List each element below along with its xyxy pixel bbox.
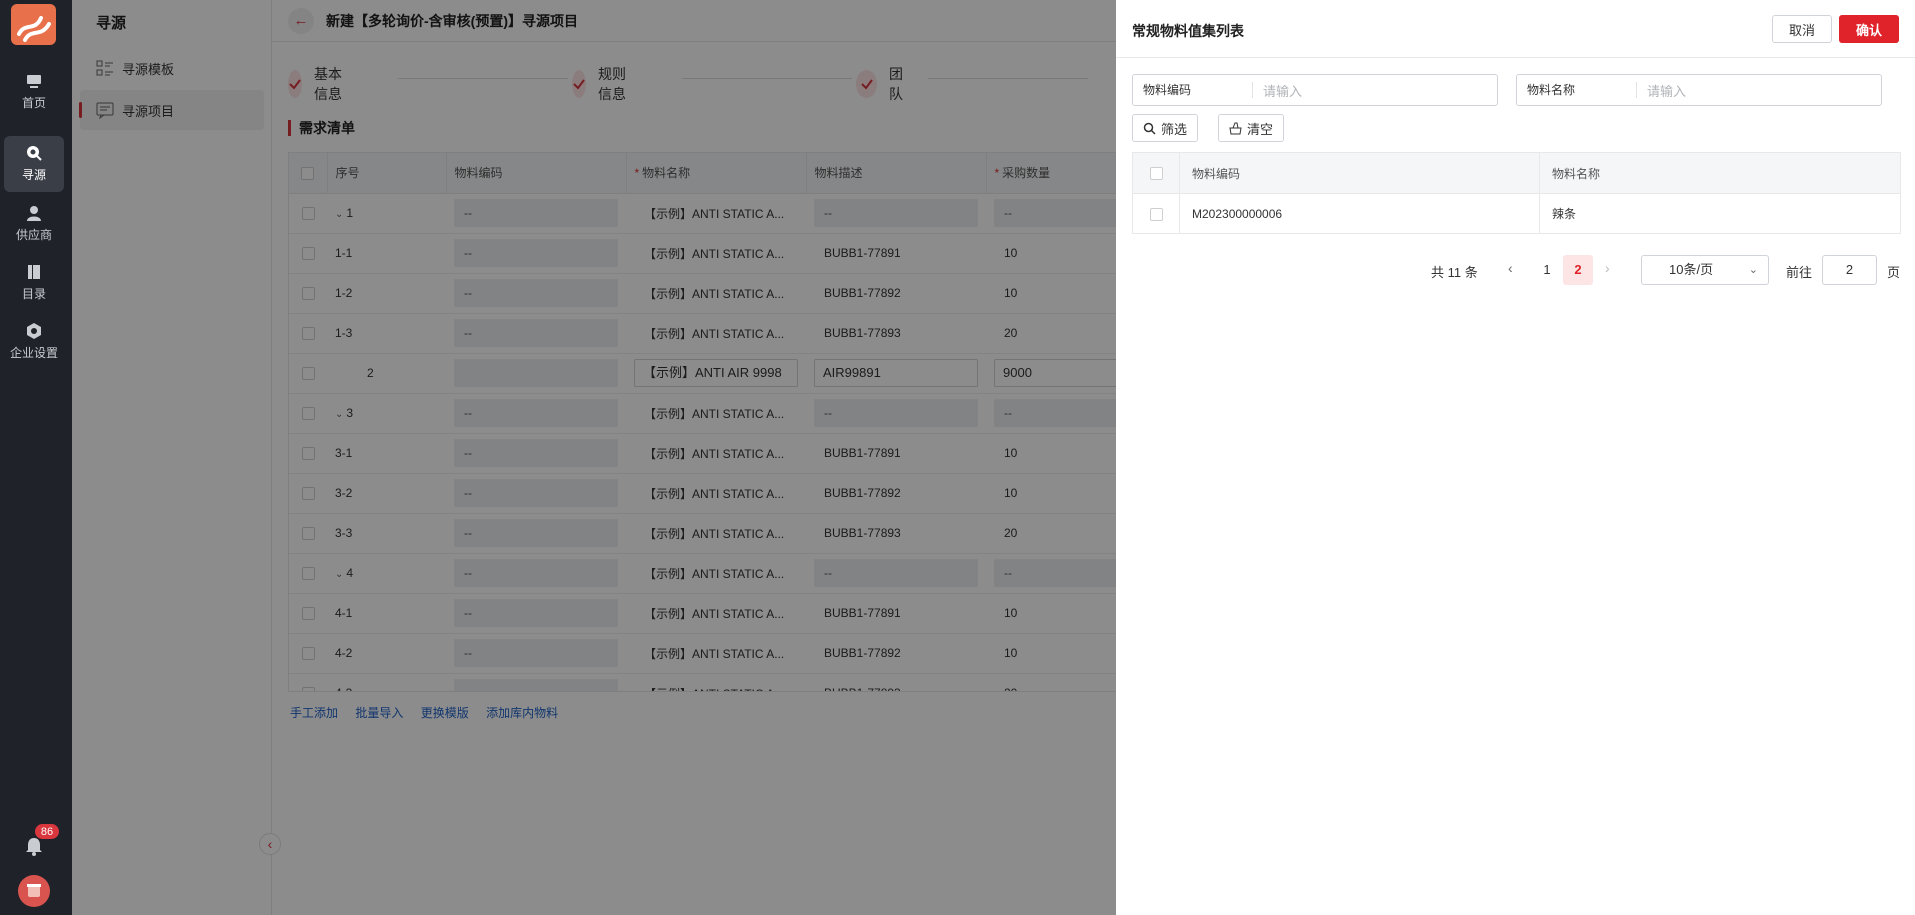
sourcing-icon (27, 146, 42, 161)
row-checkbox[interactable] (1149, 207, 1163, 221)
filter-label: 物料编码 (1133, 82, 1253, 98)
next-page-icon[interactable]: › (1605, 260, 1610, 276)
home-icon (27, 75, 41, 88)
page-1[interactable]: 1 (1532, 255, 1562, 285)
result-table: 物料编码 物料名称 M202300000006 辣条 (1132, 152, 1901, 234)
clear-button[interactable]: 清空 (1218, 114, 1285, 142)
left-nav-rail: 首页 寻源 供应商 目录 企业设置 86 (0, 0, 72, 915)
material-name-cell: 辣条 (1539, 193, 1901, 234)
material-name-input[interactable]: 请输入 (1637, 81, 1881, 100)
nav-settings[interactable]: 企业设置 (4, 314, 64, 370)
prev-page-icon[interactable]: ‹ (1508, 260, 1513, 276)
filter-button[interactable]: 筛选 (1132, 114, 1199, 142)
nav-catalog-label: 目录 (21, 287, 46, 301)
confirm-button[interactable]: 确认 (1839, 15, 1899, 43)
table-header-row: 物料编码 物料名称 (1132, 152, 1901, 194)
settings-icon (27, 323, 41, 339)
nav-catalog[interactable]: 目录 (4, 255, 64, 311)
goto-label: 前往 (1786, 265, 1813, 280)
page-2[interactable]: 2 (1563, 255, 1593, 285)
page-size-select[interactable]: 10条/页 ⌄ (1641, 255, 1769, 285)
drawer-header: 常规物料值集列表 取消 确认 (1116, 0, 1915, 58)
material-code-cell: M202300000006 (1179, 193, 1540, 234)
search-icon (1143, 122, 1156, 135)
goto-page-input[interactable]: 2 (1822, 255, 1877, 285)
filter-label: 物料名称 (1517, 82, 1637, 98)
notification-badge: 86 (34, 823, 60, 840)
nav-home-label: 首页 (21, 96, 46, 110)
supplier-icon (27, 206, 41, 221)
broom-icon (1229, 122, 1242, 134)
avatar[interactable] (18, 875, 50, 907)
column-header: 物料名称 (1539, 152, 1901, 194)
nav-supplier-label: 供应商 (15, 228, 52, 242)
total-count: 共 11 条 (1431, 265, 1478, 280)
page-unit-label: 页 (1887, 265, 1901, 280)
material-list-drawer: 常规物料值集列表 取消 确认 物料编码 请输入 物料名称 请输入 筛选 清空 物… (1116, 0, 1915, 915)
column-header: 物料编码 (1179, 152, 1540, 194)
material-code-filter: 物料编码 请输入 (1132, 74, 1498, 106)
cancel-button[interactable]: 取消 (1772, 15, 1832, 43)
app-logo[interactable] (11, 4, 56, 45)
nav-sourcing[interactable]: 寻源 (4, 136, 64, 192)
nav-settings-label: 企业设置 (9, 346, 58, 360)
nav-supplier[interactable]: 供应商 (4, 196, 64, 252)
chevron-down-icon: ⌄ (1748, 264, 1758, 276)
catalog-icon (28, 265, 40, 279)
nav-sourcing-label: 寻源 (21, 168, 46, 182)
select-all-checkbox[interactable] (1149, 167, 1163, 181)
drawer-title: 常规物料值集列表 (1132, 23, 1244, 39)
nav-home[interactable]: 首页 (4, 64, 64, 120)
pagination: 共 11 条 ‹ 1 2 › 10条/页 ⌄ 前往 2 页 (1116, 255, 1915, 285)
material-code-input[interactable]: 请输入 (1253, 81, 1497, 100)
material-name-filter: 物料名称 请输入 (1516, 74, 1882, 106)
table-row[interactable]: M202300000006 辣条 (1132, 193, 1901, 234)
